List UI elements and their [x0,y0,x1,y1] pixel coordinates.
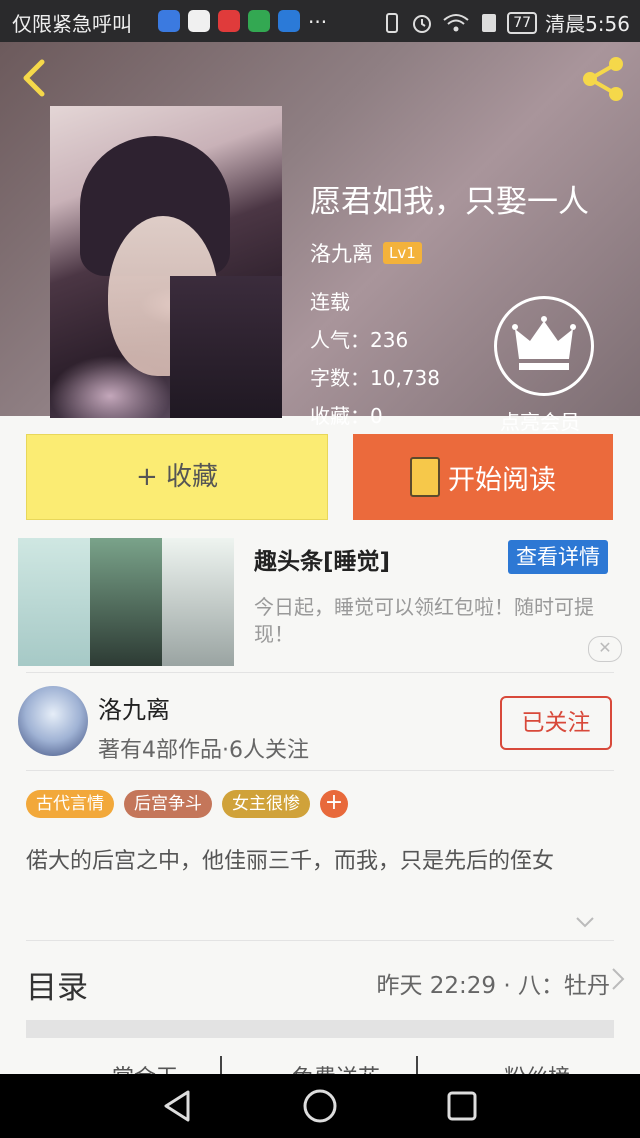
nav-back-icon[interactable] [160,1088,196,1124]
ad-close-icon[interactable]: ✕ [588,636,622,662]
add-to-favorites-button[interactable]: + 收藏 [26,434,328,520]
vip-button[interactable] [494,296,594,396]
divider [26,940,614,941]
author-name[interactable]: 洛九离 [310,238,373,268]
toc-label[interactable]: 目录 [26,962,88,1007]
back-arrow-icon[interactable] [16,58,56,98]
sim-icon [482,13,497,32]
clock: 清晨5:56 [545,12,630,36]
system-nav-bar [0,1074,640,1138]
vibrate-icon [386,12,399,33]
popularity-stat: 人气：236 [310,328,409,352]
book-synopsis: 偌大的后宫之中，他佳丽三千，而我，只是先后的侄女 [26,849,555,874]
section-divider [26,1020,614,1038]
ad-description[interactable]: 今日起，睡觉可以领红包啦！随时可提现！ [254,594,614,648]
divider [26,770,614,771]
carrier-text: 仅限紧急呼叫 [12,12,132,36]
tag-list: 古代言情 后宫争斗 女主很惨 + [26,790,348,818]
ad-image[interactable] [18,538,234,666]
more-notifications-icon: ··· [308,10,328,34]
tag-tragic-heroine[interactable]: 女主很惨 [222,790,310,818]
latest-chapter[interactable]: 昨天 22:29 · 八：牡丹 [376,966,610,1000]
tag-ancient-romance[interactable]: 古代言情 [26,790,114,818]
tag-palace-struggle[interactable]: 后宫争斗 [124,790,212,818]
chevron-right-icon[interactable] [610,966,626,992]
add-tag-button[interactable]: + [320,790,348,818]
battery-icon: 77 [507,11,538,34]
start-reading-button[interactable]: 开始阅读 [353,434,613,520]
book-title: 愿君如我，只娶一人 [310,184,589,220]
alarm-icon [413,14,432,33]
expand-chevron-icon[interactable] [575,912,595,932]
favorites-stat: 收藏：0 [310,404,383,428]
start-reading-label: 开始阅读 [448,464,556,496]
grid-app-icon [248,10,270,32]
status-bar: 仅限紧急呼叫 ··· 77 清晨5:56 [0,0,640,42]
wifi-icon [443,13,469,31]
author-avatar[interactable] [18,686,88,756]
book-icon [410,457,440,497]
nav-recents-icon[interactable] [446,1090,478,1122]
level-badge: Lv1 [383,242,422,264]
serial-status: 连载 [310,290,350,314]
author-row[interactable]: 洛九离 Lv1 [310,238,422,268]
author-card-name[interactable]: 洛九离 [98,690,170,725]
vip-label[interactable]: 点亮会员 [500,406,580,435]
follow-button[interactable]: 已关注 [500,696,612,750]
nav-home-icon[interactable] [302,1088,338,1124]
health-app-icon [188,10,210,32]
book-header: 愿君如我，只娶一人 洛九离 Lv1 连载 人气：236 字数：10,738 收藏… [0,42,640,434]
divider [26,672,614,673]
share-icon[interactable] [578,54,628,104]
toutiao-app-icon [218,10,240,32]
system-indicators: 77 清晨5:56 [381,8,630,37]
book-cover-image[interactable] [50,106,282,418]
appstore-icon [278,10,300,32]
location-app-icon [158,10,180,32]
author-stats: 著有4部作品·6人关注 [98,738,309,763]
notification-icons: ··· [158,10,328,34]
word-count-stat: 字数：10,738 [310,366,440,390]
ad-title[interactable]: 趣头条[睡觉] [254,542,390,576]
ad-details-button[interactable]: 查看详情 [508,540,608,574]
crown-icon [512,316,576,370]
